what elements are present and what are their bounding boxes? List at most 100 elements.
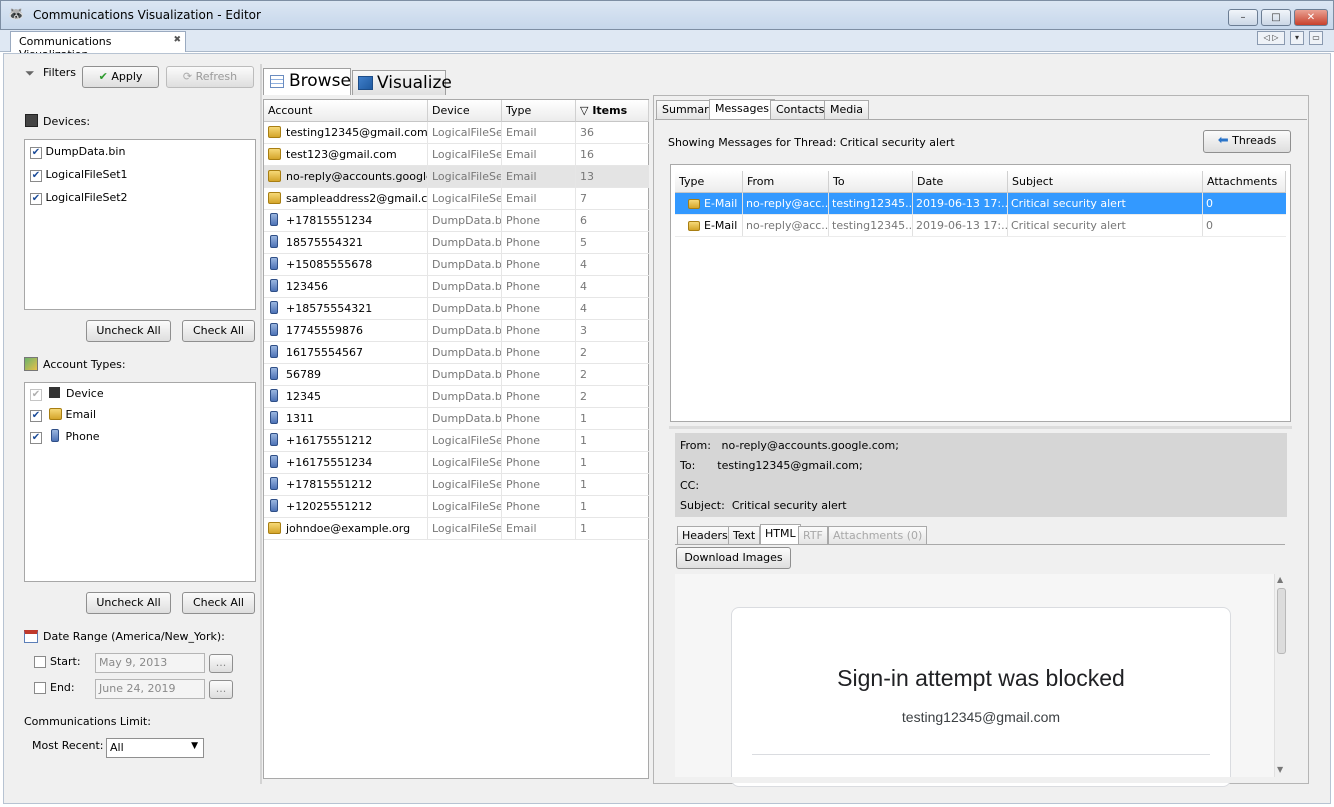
device-checkbox[interactable]: ✔ <box>30 193 42 205</box>
column-header-from[interactable]: From <box>743 171 829 193</box>
account-type-checkbox[interactable]: ✔ <box>30 410 42 422</box>
account-row[interactable]: 123456 DumpData.binPhone 4 <box>264 276 649 298</box>
message-row[interactable]: E-Mail no-reply@acc... testing12345... 2019… <box>675 193 1286 215</box>
restore-window-icon[interactable]: ▭ <box>1309 31 1323 45</box>
account-type-item[interactable]: ✔ Device <box>30 387 104 401</box>
column-header-date[interactable]: Date <box>913 171 1008 193</box>
account-row[interactable]: sampleaddress2@gmail.comLogicalFileSet1E… <box>264 188 649 210</box>
device-cell: LogicalFileSet1 <box>428 122 502 143</box>
message-row[interactable]: E-Mail no-reply@acc... testing12345... 2019… <box>675 215 1286 237</box>
close-button[interactable]: ✕ <box>1294 9 1328 26</box>
device-item[interactable]: ✔ LogicalFileSet1 <box>30 168 128 182</box>
download-images-button[interactable]: Download Images <box>676 547 791 569</box>
tab-scroll-arrows-icon[interactable]: ◁ ▷ <box>1257 31 1285 45</box>
account-row[interactable]: +12025551212 LogicalFileSet2Phone 1 <box>264 496 649 518</box>
account-type-item[interactable]: ✔ Email <box>30 408 96 422</box>
account-type-item[interactable]: ✔ Phone <box>30 429 100 444</box>
items-cell: 5 <box>580 236 587 249</box>
tab-list-dropdown-icon[interactable]: ▾ <box>1290 31 1304 45</box>
refresh-button[interactable]: ⟳ Refresh <box>166 66 254 88</box>
tab-html[interactable]: HTML <box>760 524 801 545</box>
scroll-up-icon[interactable]: ▲ <box>1277 575 1283 584</box>
scroll-down-icon[interactable]: ▼ <box>1277 765 1283 774</box>
items-cell: 1 <box>580 522 587 535</box>
types-uncheck-all-button[interactable]: Uncheck All <box>86 592 171 614</box>
tab-text[interactable]: Text <box>728 526 761 545</box>
tab-visualize[interactable]: Visualize <box>352 70 452 95</box>
device-item[interactable]: ✔ LogicalFileSet2 <box>30 191 128 205</box>
column-header-attachments[interactable]: Attachments <box>1203 171 1286 193</box>
tab-media[interactable]: Media <box>824 100 870 119</box>
device-item[interactable]: ✔ DumpData.bin <box>30 145 125 159</box>
end-date-field[interactable]: June 24, 2019 <box>95 679 205 699</box>
split-divider[interactable] <box>669 426 1292 429</box>
column-header-type[interactable]: Type <box>502 100 576 122</box>
column-header-items[interactable]: ▽ Items <box>576 100 649 122</box>
column-header-msg-type[interactable]: Type <box>675 171 743 193</box>
tab-browse[interactable]: Browse <box>263 68 351 95</box>
panel-divider[interactable] <box>260 64 262 784</box>
most-recent-select[interactable]: All ▼ <box>106 738 204 758</box>
account-row[interactable]: 12345 DumpData.binPhone 2 <box>264 386 649 408</box>
device-checkbox[interactable]: ✔ <box>30 170 42 182</box>
subject-label: Subject: <box>680 499 725 512</box>
devices-uncheck-all-button[interactable]: Uncheck All <box>86 320 171 342</box>
device-item-label: DumpData.bin <box>45 145 126 158</box>
tab-attachments[interactable]: Attachments (0) <box>828 526 928 545</box>
account-row[interactable]: +17815551234 DumpData.binPhone 6 <box>264 210 649 232</box>
phone-icon <box>270 213 278 226</box>
dropdown-arrow-icon: ▼ <box>191 741 198 751</box>
visualize-icon <box>358 76 373 90</box>
phone-icon <box>50 429 59 442</box>
devices-check-all-button[interactable]: Check All <box>182 320 255 342</box>
account-row[interactable]: +16175551234 LogicalFileSet2Phone 1 <box>264 452 649 474</box>
types-check-all-button[interactable]: Check All <box>182 592 255 614</box>
column-header-to[interactable]: To <box>829 171 913 193</box>
tab-headers[interactable]: Headers <box>677 526 733 545</box>
account-row[interactable]: 1311 DumpData.binPhone 1 <box>264 408 649 430</box>
column-header-device[interactable]: Device <box>428 100 502 122</box>
account-row[interactable]: +15085555678 DumpData.binPhone 4 <box>264 254 649 276</box>
maximize-button[interactable]: □ <box>1261 9 1291 26</box>
account-type-checkbox[interactable]: ✔ <box>30 432 42 444</box>
account-row[interactable]: test123@gmail.com LogicalFileSet1Email 16 <box>264 144 649 166</box>
email-icon <box>268 170 281 182</box>
account-row[interactable]: 56789 DumpData.binPhone 2 <box>264 364 649 386</box>
account-cell: +17815551212 <box>264 474 428 495</box>
start-date-checkbox[interactable] <box>34 656 46 668</box>
device-checkbox[interactable]: ✔ <box>30 147 42 159</box>
account-type-checkbox[interactable]: ✔ <box>30 389 42 401</box>
end-date-picker-button[interactable]: ... <box>209 680 233 699</box>
account-row[interactable]: 17745559876 DumpData.binPhone 3 <box>264 320 649 342</box>
end-date-checkbox[interactable] <box>34 682 46 694</box>
account-type-label: Email <box>65 408 97 421</box>
start-date-field[interactable]: May 9, 2013 <box>95 653 205 673</box>
account-row[interactable]: +18575554321 DumpData.binPhone 4 <box>264 298 649 320</box>
account-name: 123456 <box>286 280 328 293</box>
start-date-picker-button[interactable]: ... <box>209 654 233 673</box>
account-row[interactable]: 16175554567 DumpData.binPhone 2 <box>264 342 649 364</box>
close-tab-icon[interactable]: ✖ <box>173 35 181 45</box>
account-row[interactable]: no-reply@accounts.google.cLogicalFileSet… <box>264 166 649 188</box>
tab-messages[interactable]: Messages <box>709 99 775 119</box>
msg-subject-cell: Critical security alert <box>1008 215 1203 236</box>
device-icon <box>25 114 38 127</box>
minimize-button[interactable]: – <box>1228 9 1258 26</box>
column-header-subject[interactable]: Subject <box>1008 171 1203 193</box>
document-tab[interactable]: Communications Visualization ✖ <box>10 31 186 61</box>
account-row[interactable]: +16175551212 LogicalFileSet2Phone 1 <box>264 430 649 452</box>
scrollbar-thumb[interactable] <box>1277 588 1286 654</box>
account-row[interactable]: 18575554321 DumpData.binPhone 5 <box>264 232 649 254</box>
type-cell: Email <box>502 122 576 143</box>
account-row[interactable]: johndoe@example.org LogicalFileSet2Email 1 <box>264 518 649 540</box>
apply-button[interactable]: ✔ Apply <box>82 66 159 88</box>
threads-button[interactable]: ⬅ Threads <box>1203 130 1291 153</box>
account-row[interactable]: +17815551212 LogicalFileSet2Phone 1 <box>264 474 649 496</box>
column-header-account[interactable]: Account <box>264 100 428 122</box>
tab-contacts[interactable]: Contacts <box>770 100 831 119</box>
html-view-scrollbar[interactable]: ▲ ▼ <box>1274 574 1287 777</box>
account-cell: 16175554567 <box>264 342 428 363</box>
account-name: 17745559876 <box>286 324 363 337</box>
account-row[interactable]: testing12345@gmail.comLogicalFileSet1Ema… <box>264 122 649 144</box>
tab-rtf[interactable]: RTF <box>798 526 828 545</box>
